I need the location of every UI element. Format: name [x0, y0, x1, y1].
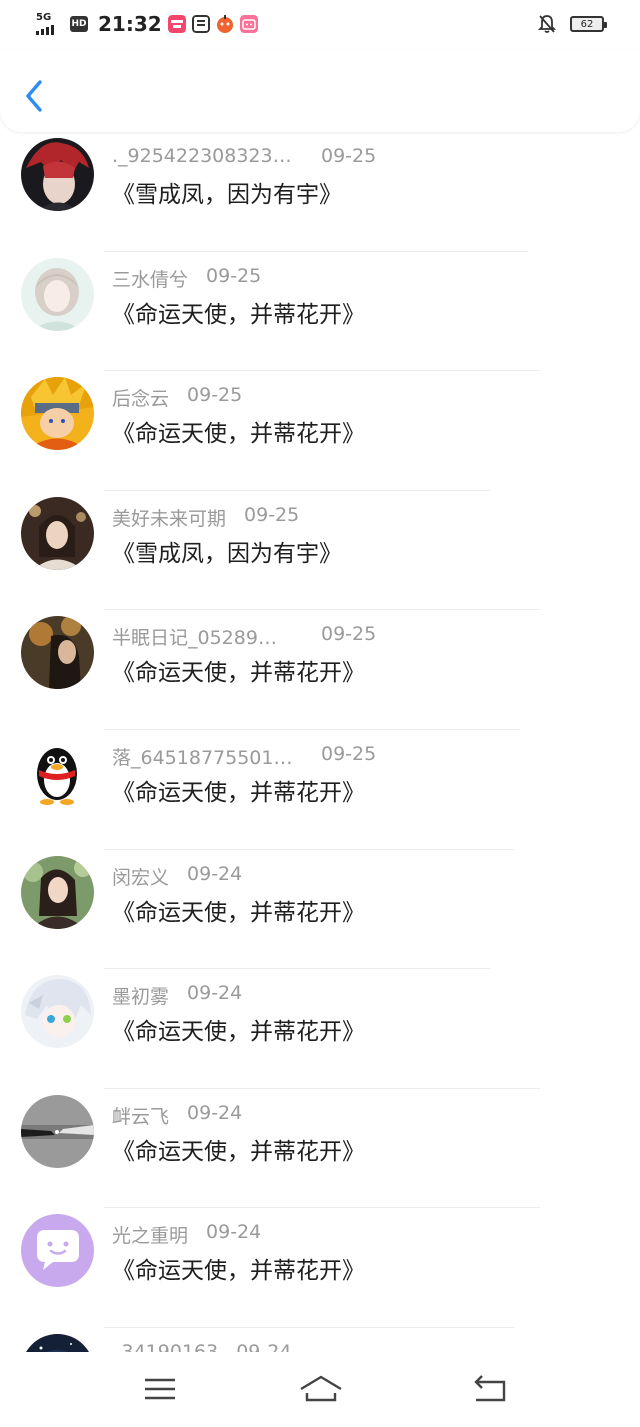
system-nav-bar: [0, 1352, 640, 1427]
mute-bell-icon: [538, 15, 556, 33]
list-item[interactable]: 光之重明 09-24 《命运天使，并蒂花开》: [0, 1208, 640, 1328]
comment-text[interactable]: 《雪成凤，因为有宇》: [112, 534, 342, 568]
comment-list: ._925422308323… 09-25 《雪成凤，因为有宇》 三水倩兮 09-25 《…: [0, 132, 640, 1352]
item-meta: 光之重明 09-24: [112, 1221, 261, 1248]
comment-text[interactable]: 《命运天使，并蒂花开》: [112, 893, 365, 927]
avatar[interactable]: [21, 377, 94, 451]
list-item[interactable]: 闵宏义 09-24 《命运天使，并蒂花开》: [0, 850, 640, 970]
network-signal-icon: 5G: [36, 13, 64, 35]
comment-text[interactable]: 《命运天使，并蒂花开》: [112, 1251, 365, 1285]
app-icon-bilibili: [239, 15, 258, 33]
comment-text[interactable]: 《命运天使，并蒂花开》: [112, 1012, 365, 1046]
avatar[interactable]: [21, 855, 94, 929]
post-date: 09-24: [187, 982, 243, 1005]
clock: 21:32: [98, 12, 162, 36]
app-icon-orange: [216, 15, 233, 33]
comment-text[interactable]: 《命运天使，并蒂花开》: [112, 653, 365, 687]
user-name[interactable]: 衅云飞: [112, 1102, 169, 1129]
status-bar: 5G HD 21:32 62: [0, 0, 640, 50]
post-date: 09-24: [187, 1101, 243, 1124]
user-name[interactable]: 闵宏义: [112, 863, 169, 890]
avatar[interactable]: [21, 257, 94, 331]
user-name[interactable]: 后念云: [112, 384, 169, 411]
item-meta: 三水倩兮 09-25: [112, 265, 261, 292]
avatar[interactable]: [21, 616, 94, 690]
comment-text[interactable]: 《命运天使，并蒂花开》: [112, 295, 365, 329]
user-name[interactable]: _34190163: [112, 1341, 218, 1352]
post-date: 09-24: [236, 1340, 292, 1352]
user-name[interactable]: 落_64518775501…: [112, 743, 298, 770]
post-date: 09-25: [321, 623, 377, 646]
user-name[interactable]: ._925422308323…: [112, 145, 298, 167]
item-meta: 后念云 09-25: [112, 384, 242, 411]
hd-icon: HD: [70, 16, 88, 32]
list-item[interactable]: ._925422308323… 09-25 《雪成凤，因为有宇》: [0, 132, 640, 252]
post-date: 09-24: [206, 1221, 262, 1244]
comment-text[interactable]: 《雪成凤，因为有宇》: [112, 175, 342, 209]
user-name[interactable]: 半眠日记_05289…: [112, 623, 298, 650]
avatar[interactable]: [21, 735, 94, 809]
post-date: 09-25: [187, 384, 243, 407]
user-name[interactable]: 墨初雾: [112, 982, 169, 1009]
list-item[interactable]: 半眠日记_05289… 09-25 《命运天使，并蒂花开》: [0, 610, 640, 730]
app-icon-doc: [191, 15, 210, 33]
item-meta: 半眠日记_05289… 09-25: [112, 623, 376, 650]
post-date: 09-25: [206, 264, 262, 287]
item-meta: 衅云飞 09-24: [112, 1102, 242, 1129]
user-name[interactable]: 三水倩兮: [112, 265, 188, 292]
chevron-left-icon[interactable]: [22, 78, 48, 114]
comment-text[interactable]: 《命运天使，并蒂花开》: [112, 773, 365, 807]
battery-icon: 62: [570, 16, 607, 32]
list-item[interactable]: 后念云 09-25 《命运天使，并蒂花开》: [0, 371, 640, 491]
item-meta: 闵宏义 09-24: [112, 863, 242, 890]
item-meta: 墨初雾 09-24: [112, 982, 242, 1009]
list-item[interactable]: 落_64518775501… 09-25 《命运天使，并蒂花开》: [0, 730, 640, 850]
item-meta: _34190163 09-24: [112, 1341, 291, 1352]
menu-icon[interactable]: [140, 1372, 180, 1406]
list-item[interactable]: 墨初雾 09-24 《命运天使，并蒂花开》: [0, 969, 640, 1089]
avatar[interactable]: [21, 1214, 94, 1288]
avatar[interactable]: [21, 975, 94, 1049]
app-icon-pink: [167, 15, 186, 33]
avatar[interactable]: [21, 1094, 94, 1168]
item-meta: 美好未来可期 09-25: [112, 504, 299, 531]
avatar[interactable]: [21, 138, 94, 211]
post-date: 09-25: [244, 503, 300, 526]
list-item[interactable]: 衅云飞 09-24 《命运天使，并蒂花开》: [0, 1089, 640, 1209]
list-item[interactable]: 三水倩兮 09-25 《命运天使，并蒂花开》: [0, 252, 640, 372]
item-meta: ._925422308323… 09-25: [112, 145, 376, 167]
comment-text[interactable]: 《命运天使，并蒂花开》: [112, 414, 365, 448]
top-header: [0, 50, 640, 132]
avatar[interactable]: [21, 1333, 94, 1352]
comment-text[interactable]: 《命运天使，并蒂花开》: [112, 1132, 365, 1166]
post-date: 09-24: [187, 862, 243, 885]
user-name[interactable]: 光之重明: [112, 1221, 188, 1248]
list-item[interactable]: _34190163 09-24: [0, 1328, 640, 1352]
item-meta: 落_64518775501… 09-25: [112, 743, 376, 770]
post-date: 09-25: [321, 742, 377, 765]
return-icon[interactable]: [470, 1372, 510, 1406]
home-icon[interactable]: [298, 1372, 344, 1406]
post-date: 09-25: [321, 145, 377, 167]
avatar[interactable]: [21, 496, 94, 570]
user-name[interactable]: 美好未来可期: [112, 504, 226, 531]
list-item[interactable]: 美好未来可期 09-25 《雪成凤，因为有宇》: [0, 491, 640, 611]
